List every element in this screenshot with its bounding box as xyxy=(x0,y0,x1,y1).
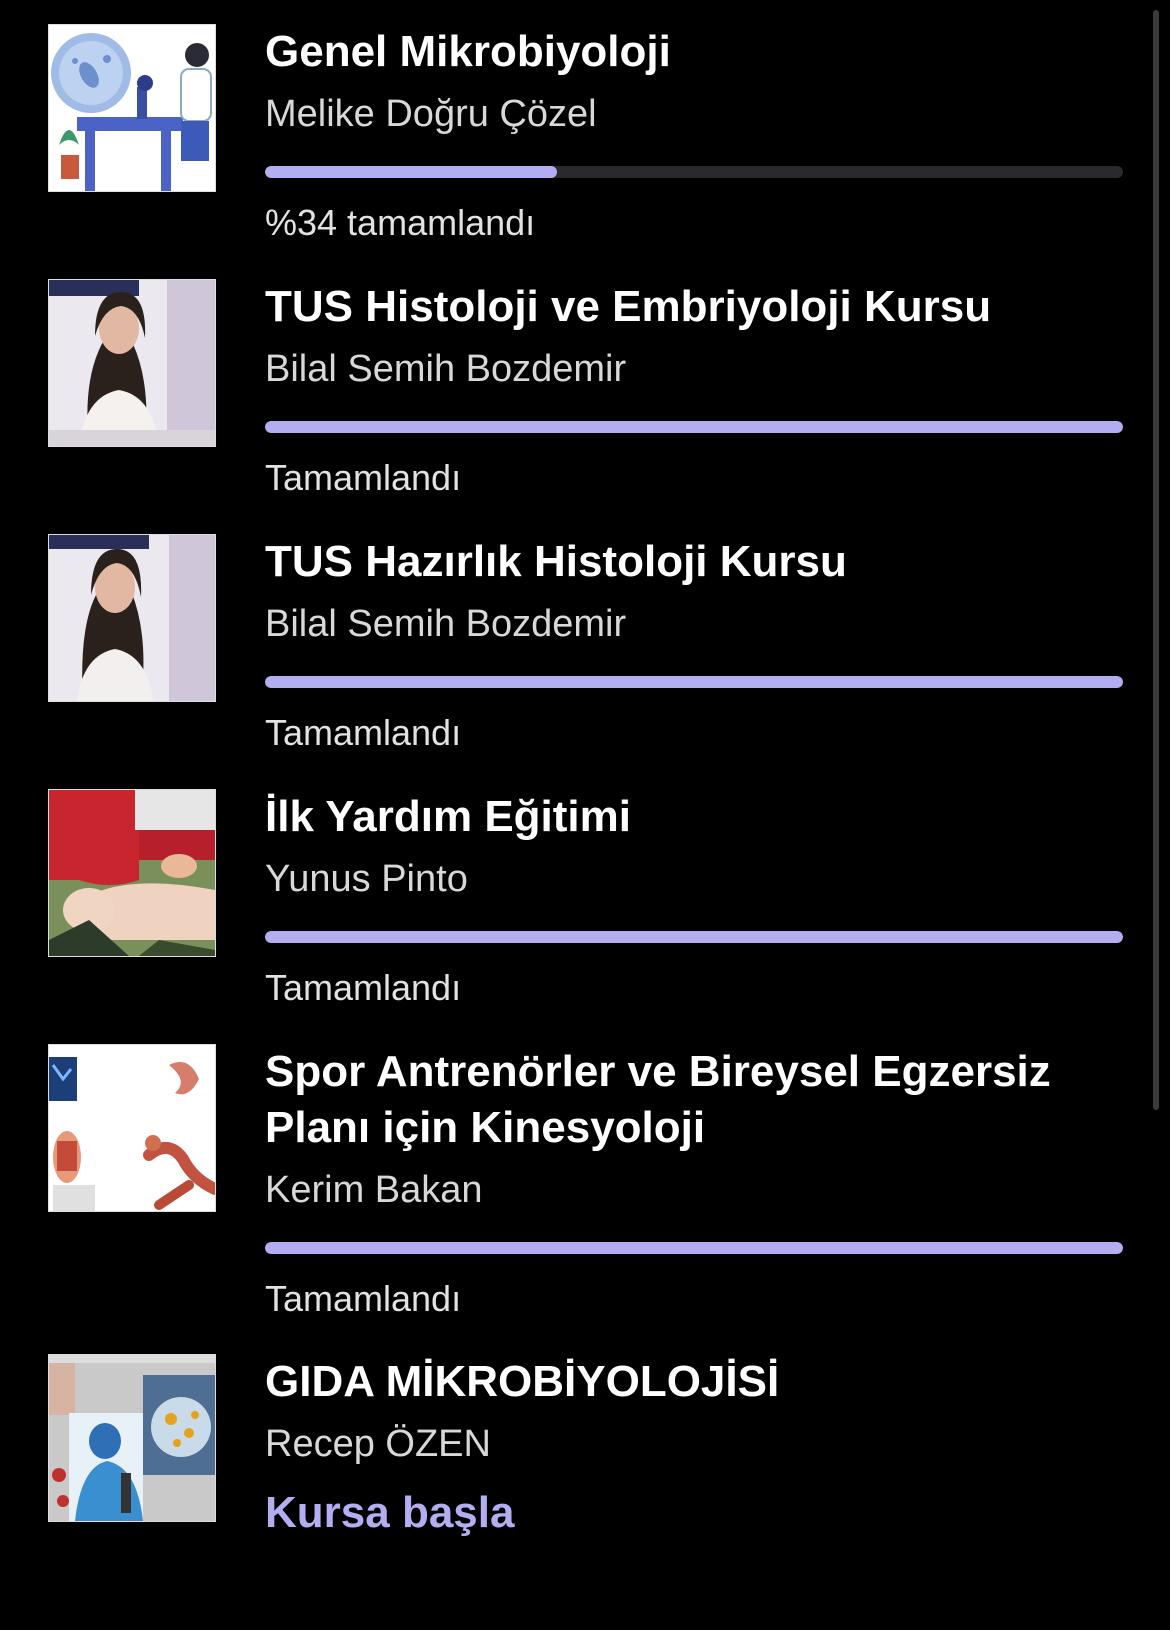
course-thumbnail xyxy=(48,534,216,702)
progress-fill xyxy=(265,676,1123,688)
progress-bar xyxy=(265,1242,1123,1254)
course-instructor: Recep ÖZEN xyxy=(265,1423,491,1465)
course-instructor: Bilal Semih Bozdemir xyxy=(265,603,627,645)
course-title: GIDA MİKROBİYOLOJİSİ xyxy=(265,1357,780,1406)
progress-status: %34 tamamlandı xyxy=(265,202,536,243)
course-thumbnail xyxy=(48,1044,216,1212)
start-course-button[interactable]: Kursa başla xyxy=(265,1488,1123,1538)
course-thumbnail xyxy=(48,1354,216,1522)
course-card[interactable]: TUS Histoloji ve Embriyoloji Kursu Bilal… xyxy=(48,279,1123,499)
progress-fill xyxy=(265,421,1123,433)
progress-status: Tamamlandı xyxy=(265,967,462,1008)
scrollbar[interactable] xyxy=(1153,10,1159,1110)
progress-fill xyxy=(265,166,557,178)
course-title: Genel Mikrobiyoloji xyxy=(265,27,671,76)
course-card[interactable]: Genel Mikrobiyoloji Melike Doğru Çözel %… xyxy=(48,24,1123,244)
course-thumbnail xyxy=(48,24,216,192)
course-title: TUS Histoloji ve Embriyoloji Kursu xyxy=(265,282,992,331)
progress-bar xyxy=(265,421,1123,433)
progress-status: Tamamlandı xyxy=(265,457,462,498)
progress-fill xyxy=(265,1242,1123,1254)
course-instructor: Yunus Pinto xyxy=(265,858,468,900)
course-card[interactable]: Spor Antrenörler ve Bireysel Egzersiz Pl… xyxy=(48,1044,1123,1320)
course-instructor: Kerim Bakan xyxy=(265,1169,483,1211)
course-title: TUS Hazırlık Histoloji Kursu xyxy=(265,537,847,586)
course-instructor: Bilal Semih Bozdemir xyxy=(265,348,627,390)
course-thumbnail xyxy=(48,279,216,447)
progress-status: Tamamlandı xyxy=(265,1278,462,1319)
progress-bar xyxy=(265,676,1123,688)
course-thumbnail xyxy=(48,789,216,957)
course-instructor: Melike Doğru Çözel xyxy=(265,93,597,135)
course-card[interactable]: İlk Yardım Eğitimi Yunus Pinto Tamamland… xyxy=(48,789,1123,1009)
course-title: İlk Yardım Eğitimi xyxy=(265,792,631,841)
progress-fill xyxy=(265,931,1123,943)
course-card[interactable]: GIDA MİKROBİYOLOJİSİ Recep ÖZEN Kursa ba… xyxy=(48,1354,1123,1538)
progress-bar xyxy=(265,931,1123,943)
course-card[interactable]: TUS Hazırlık Histoloji Kursu Bilal Semih… xyxy=(48,534,1123,754)
progress-bar xyxy=(265,166,1123,178)
progress-status: Tamamlandı xyxy=(265,712,462,753)
course-title: Spor Antrenörler ve Bireysel Egzersiz Pl… xyxy=(265,1047,1051,1152)
